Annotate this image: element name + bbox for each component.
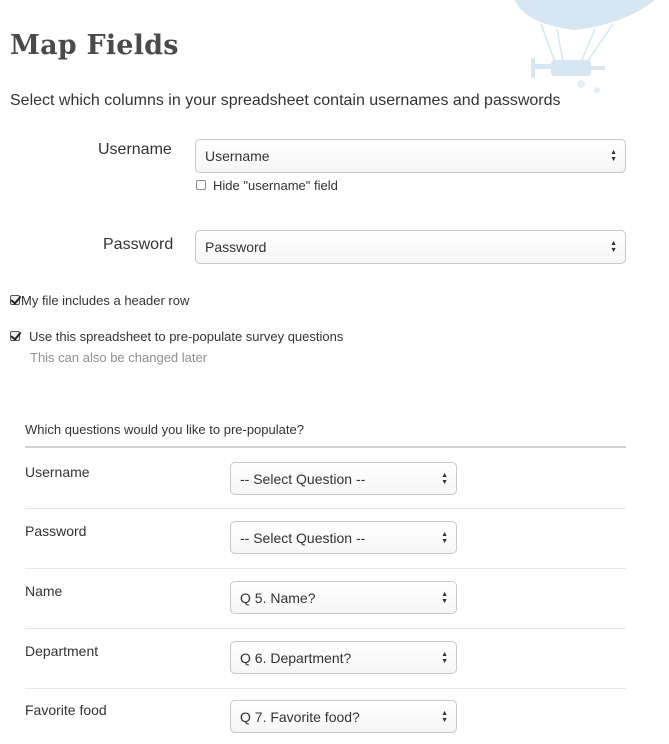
row-divider	[25, 688, 626, 689]
header-row-label: My file includes a header row	[21, 293, 190, 308]
select-arrows-icon: ▲ ▼	[441, 709, 448, 724]
question-select[interactable]: -- Select Question -- ▲ ▼	[230, 521, 457, 554]
question-row-label: Username	[25, 464, 90, 480]
password-column-select[interactable]: Password ▲ ▼	[195, 230, 626, 264]
question-row-label: Favorite food	[25, 702, 107, 718]
prepopulate-label: Use this spreadsheet to pre-populate sur…	[29, 329, 344, 344]
select-arrows-icon: ▲ ▼	[610, 149, 617, 163]
username-column-select-value: Username	[205, 148, 270, 164]
question-select-value: -- Select Question --	[240, 529, 366, 546]
question-select-value: Q 5. Name?	[240, 589, 316, 606]
question-select-value: Q 7. Favorite food?	[240, 708, 360, 725]
select-arrows-icon: ▲ ▼	[441, 590, 448, 605]
hide-username-label: Hide "username" field	[213, 178, 338, 193]
question-select[interactable]: -- Select Question -- ▲ ▼	[230, 462, 457, 495]
question-select[interactable]: Q 6. Department? ▲ ▼	[230, 641, 457, 674]
header-row-option[interactable]: My file includes a header row	[10, 293, 189, 308]
password-field-label: Password	[103, 236, 174, 253]
select-arrows-icon: ▲ ▼	[441, 471, 448, 486]
question-select-value: Q 6. Department?	[240, 649, 352, 666]
password-column-select-value: Password	[205, 239, 267, 255]
select-arrows-icon: ▲ ▼	[441, 650, 448, 665]
row-divider	[25, 508, 626, 509]
question-select[interactable]: Q 5. Name? ▲ ▼	[230, 581, 457, 614]
questions-header: Which questions would you like to pre-po…	[25, 422, 304, 437]
question-select-value: -- Select Question --	[240, 470, 366, 487]
username-field-label: Username	[98, 141, 172, 158]
question-row-label: Password	[25, 523, 87, 539]
page-title: Map Fields	[10, 30, 179, 61]
hide-username-option[interactable]: Hide "username" field	[196, 178, 338, 193]
page-subtitle: Select which columns in your spreadsheet…	[10, 92, 561, 109]
prepopulate-hint: This can also be changed later	[30, 350, 208, 365]
prepopulate-checkbox[interactable]	[10, 331, 20, 341]
header-row-checkbox[interactable]	[10, 295, 20, 305]
questions-header-divider	[25, 446, 626, 448]
row-divider	[25, 628, 626, 629]
question-row-label: Department	[25, 643, 99, 659]
select-arrows-icon: ▲ ▼	[610, 240, 617, 254]
hide-username-checkbox[interactable]	[196, 180, 206, 190]
prepopulate-option[interactable]: Use this spreadsheet to pre-populate sur…	[10, 329, 343, 344]
row-divider	[25, 568, 626, 569]
question-select[interactable]: Q 7. Favorite food? ▲ ▼	[230, 700, 457, 733]
question-row-label: Name	[25, 583, 63, 599]
username-column-select[interactable]: Username ▲ ▼	[195, 139, 626, 173]
select-arrows-icon: ▲ ▼	[441, 530, 448, 545]
